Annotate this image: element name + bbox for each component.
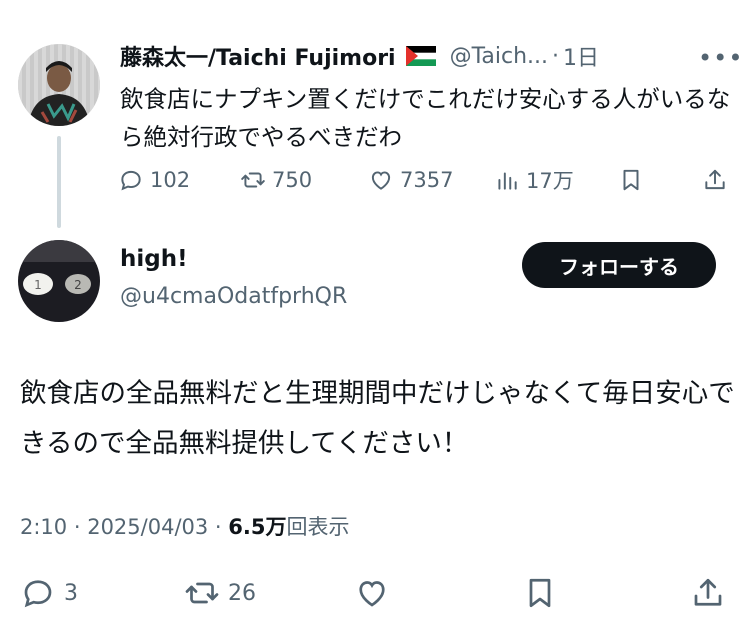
reply-count: 102 <box>150 168 191 192</box>
more-options-icon[interactable]: ••• <box>698 44 743 72</box>
bookmark-icon <box>623 169 639 191</box>
palestine-flag-icon <box>405 46 436 66</box>
share-icon <box>694 578 722 606</box>
author-avatar[interactable]: 1 2 <box>18 240 100 322</box>
follow-button[interactable]: フォローする <box>522 242 716 288</box>
like-count-button[interactable]: 7357 <box>368 160 453 200</box>
separator-dot: · <box>552 43 560 69</box>
repost-icon <box>241 172 265 188</box>
reply-author-row: 藤森太一/Taichi Fujimori @Taich... · 1日 <box>120 38 599 74</box>
like-button[interactable] <box>354 570 398 616</box>
thread-connector-line <box>57 136 61 228</box>
repost-count: 750 <box>272 168 313 192</box>
reply-tweet-text: 飲食店にナプキン置くだけでこれだけ安心する人がいるなら絶対行政でやるべきだわ <box>120 85 731 151</box>
repost-icon <box>185 582 219 604</box>
reply-count: 3 <box>64 580 78 606</box>
views-count: 17万 <box>526 169 574 193</box>
meta-separator: · <box>67 515 88 539</box>
tweet-date[interactable]: 2025/04/03 <box>87 515 208 539</box>
heart-icon <box>359 581 385 607</box>
tweet-meta: 2:10 · 2025/04/03 · 6.5万回表示 <box>20 511 349 541</box>
svg-text:2: 2 <box>74 278 82 292</box>
reply-author-name[interactable]: 藤森太一/Taichi Fujimori <box>120 40 396 72</box>
repost-button[interactable]: 26 <box>184 570 256 616</box>
reply-button[interactable]: 3 <box>20 570 78 616</box>
tweet-text: 飲食店の全品無料だと生理期間中だけじゃなくて毎日安心できるので全品無料提供してく… <box>20 378 735 459</box>
views-bar-chart-icon <box>498 172 517 190</box>
meta-separator: · <box>208 515 229 539</box>
reply-author-handle[interactable]: @Taich... <box>450 44 548 69</box>
reply-icon <box>121 170 141 191</box>
bookmark-button[interactable] <box>618 160 650 200</box>
views-count-button[interactable]: 17万 <box>494 160 574 200</box>
view-count: 6.5万 <box>228 515 287 539</box>
share-icon <box>705 169 725 190</box>
reply-author-avatar[interactable] <box>18 44 100 126</box>
repost-count-button[interactable]: 750 <box>240 160 312 200</box>
reply-count-button[interactable]: 102 <box>118 160 190 200</box>
svg-text:1: 1 <box>34 278 42 292</box>
repost-count: 26 <box>228 580 256 606</box>
author-name[interactable]: high! <box>120 246 188 272</box>
reply-time[interactable]: 1日 <box>563 40 599 72</box>
author-handle[interactable]: @u4cmaOdatfprhQR <box>120 284 347 309</box>
share-button[interactable] <box>690 570 734 616</box>
share-button[interactable] <box>702 160 734 200</box>
view-count-label: 回表示 <box>286 515 350 539</box>
bookmark-icon <box>529 578 551 608</box>
heart-icon <box>371 171 391 190</box>
reply-icon <box>24 580 52 608</box>
like-count: 7357 <box>400 168 454 192</box>
tweet-time[interactable]: 2:10 <box>20 515 67 539</box>
bookmark-button[interactable] <box>522 570 566 616</box>
